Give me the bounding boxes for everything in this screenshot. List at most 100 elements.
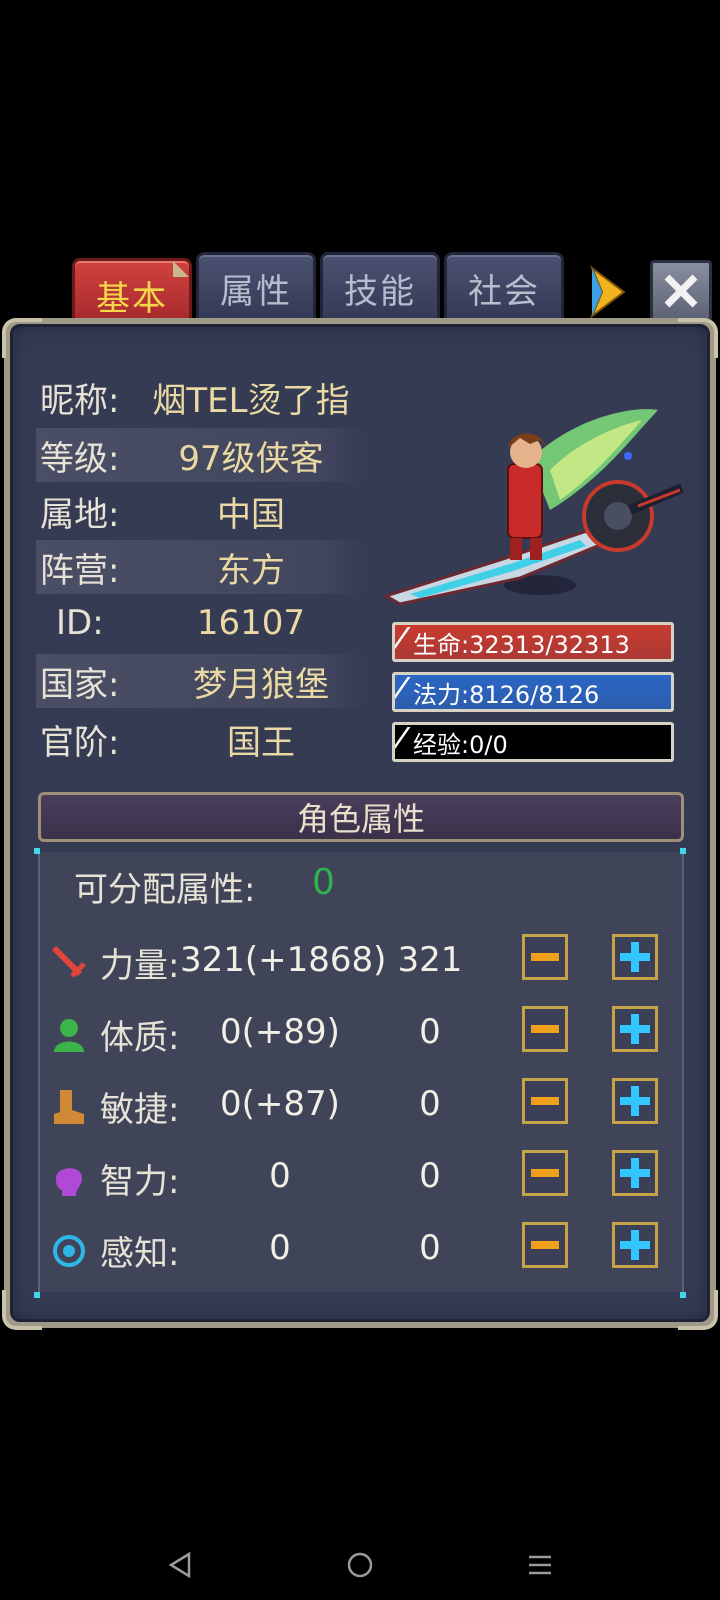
corner-spark <box>34 1292 40 1298</box>
stat-label: 敏捷: <box>100 1090 180 1130</box>
attributes-header: 角色属性 <box>38 792 684 842</box>
stat-label: 智力: <box>100 1162 180 1202</box>
minus-icon <box>531 1241 559 1249</box>
agility-minus-button[interactable] <box>522 1078 568 1124</box>
stat-label: 感知: <box>100 1234 180 1274</box>
stat-row-strength: 力量: 321(+1868) 321 <box>50 934 670 990</box>
plus-icon <box>620 1086 650 1116</box>
next-arrow-icon[interactable] <box>584 264 632 320</box>
panel-corner <box>678 318 718 358</box>
mp-bar: 法力:8126/8126 <box>392 672 674 712</box>
agility-plus-button[interactable] <box>612 1078 658 1124</box>
level-label: 等级: <box>40 438 120 479</box>
region-label: 属地: <box>40 494 120 535</box>
person-icon <box>54 1019 84 1052</box>
info-row-nickname: 昵称: 烟TEL烫了指 <box>36 370 366 424</box>
menu-lines-icon <box>529 1555 551 1575</box>
plus-icon <box>620 1014 650 1044</box>
intelligence-minus-button[interactable] <box>522 1150 568 1196</box>
tab-basic-label: 基本 <box>96 278 168 319</box>
stat-total: 0(+89) <box>220 1012 340 1052</box>
nickname-label: 昵称: <box>40 380 120 421</box>
corner-spark <box>680 848 686 854</box>
stat-base: 0 <box>419 1012 441 1052</box>
nickname-value: 烟TEL烫了指 <box>152 380 350 421</box>
info-row-level: 等级: 97级侠客 <box>36 428 366 482</box>
info-row-rank: 官阶: 国王 <box>36 712 366 766</box>
eye-target-icon <box>53 1235 85 1267</box>
stat-row-perception: 感知: 0 0 <box>50 1222 670 1278</box>
plus-icon <box>620 1158 650 1188</box>
perception-minus-button[interactable] <box>522 1222 568 1268</box>
tab-skills[interactable]: 技能 <box>320 252 440 324</box>
stat-base: 0 <box>419 1156 441 1196</box>
minus-icon <box>531 1025 559 1033</box>
camp-label: 阵营: <box>40 550 120 591</box>
stat-row-agility: 敏捷: 0(+87) 0 <box>50 1078 670 1134</box>
tab-social-label: 社会 <box>468 271 540 312</box>
allocatable-value: 0 <box>312 862 335 903</box>
strength-plus-button[interactable] <box>612 934 658 980</box>
camp-value: 东方 <box>217 550 285 591</box>
region-value: 中国 <box>217 494 285 535</box>
minus-icon <box>531 1169 559 1177</box>
stat-label: 体质: <box>100 1018 180 1058</box>
constitution-plus-button[interactable] <box>612 1006 658 1052</box>
head-icon <box>56 1168 82 1196</box>
stat-total: 0(+87) <box>220 1084 340 1124</box>
constitution-minus-button[interactable] <box>522 1006 568 1052</box>
tab-attributes-label: 属性 <box>220 271 292 312</box>
minus-icon <box>531 1097 559 1105</box>
info-row-country: 国家: 梦月狼堡 <box>36 654 366 708</box>
rank-label: 官阶: <box>40 722 120 763</box>
attributes-header-label: 角色属性 <box>296 800 425 838</box>
allocatable-label: 可分配属性: <box>74 870 256 910</box>
mp-text: 法力:8126/8126 <box>413 680 600 709</box>
country-value: 梦月狼堡 <box>193 664 329 705</box>
corner-spark <box>680 1292 686 1298</box>
rank-value: 国王 <box>227 722 295 763</box>
stat-base: 321 <box>397 940 463 980</box>
stat-label: 力量: <box>100 946 180 986</box>
stat-total: 0 <box>269 1156 291 1196</box>
corner-spark <box>34 848 40 854</box>
intelligence-plus-button[interactable] <box>612 1150 658 1196</box>
home-circle-icon <box>347 1552 373 1578</box>
nav-back-button[interactable] <box>150 1540 210 1590</box>
exp-text: 经验:0/0 <box>413 730 508 759</box>
plus-icon <box>620 1230 650 1260</box>
info-row-camp: 阵营: 东方 <box>36 540 366 594</box>
close-button[interactable] <box>650 260 712 322</box>
id-value: 16107 <box>196 603 306 643</box>
sword-icon <box>51 945 86 978</box>
tab-social[interactable]: 社会 <box>444 252 564 324</box>
character-sprite <box>382 409 684 606</box>
stat-base: 0 <box>419 1228 441 1268</box>
country-label: 国家: <box>40 664 120 705</box>
hp-text: 生命:32313/32313 <box>413 630 630 659</box>
plus-icon <box>620 942 650 972</box>
stat-base: 0 <box>419 1084 441 1124</box>
tab-skills-label: 技能 <box>344 271 416 312</box>
stat-row-intelligence: 智力: 0 0 <box>50 1150 670 1206</box>
close-icon <box>664 274 698 308</box>
info-row-region: 属地: 中国 <box>36 484 366 538</box>
info-row-id: ID: 16107 <box>36 596 366 650</box>
hp-bar: 生命:32313/32313 <box>392 622 674 662</box>
exp-bar: 经验:0/0 <box>392 722 674 762</box>
stat-total: 0 <box>269 1228 291 1268</box>
perception-plus-button[interactable] <box>612 1222 658 1268</box>
nav-home-button[interactable] <box>330 1540 390 1590</box>
stat-row-constitution: 体质: 0(+89) 0 <box>50 1006 670 1062</box>
minus-icon <box>531 953 559 961</box>
tab-corner <box>173 261 189 277</box>
panel-corner <box>2 318 42 358</box>
strength-minus-button[interactable] <box>522 934 568 980</box>
tab-attributes[interactable]: 属性 <box>196 252 316 324</box>
stat-total: 321(+1868) <box>180 940 387 980</box>
id-label: ID: <box>56 603 104 643</box>
nav-menu-button[interactable] <box>510 1540 570 1590</box>
boot-icon <box>54 1090 84 1124</box>
level-value: 97级侠客 <box>178 438 324 479</box>
back-triangle-icon <box>168 1551 191 1579</box>
